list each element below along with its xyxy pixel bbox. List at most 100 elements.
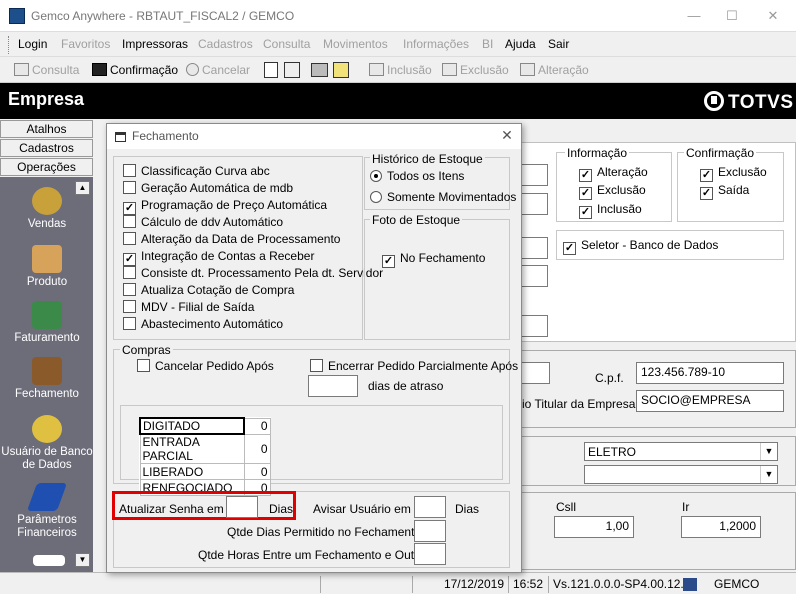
menu-movimentos[interactable]: Movimentos (323, 37, 388, 51)
chevron-down-icon: ▼ (760, 466, 777, 483)
csll-field[interactable]: 1,00 (554, 516, 634, 538)
dialog-close-button[interactable]: ✕ (499, 127, 515, 145)
minimize-button[interactable]: — (675, 0, 713, 32)
print-preview-icon[interactable] (333, 62, 349, 78)
checkbox (123, 181, 136, 194)
tab-operacoes[interactable]: Operações (0, 158, 93, 176)
table-row[interactable]: DIGITADO 0 (139, 417, 271, 435)
cancelar-button[interactable]: Cancelar (186, 63, 250, 77)
atualizar-senha-input[interactable] (226, 496, 258, 518)
alteracao-button[interactable]: Alteração (520, 63, 589, 77)
ir-field[interactable]: 1,2000 (681, 516, 761, 538)
consulta-button[interactable]: Consulta (14, 63, 79, 77)
fechamento-dialog: Fechamento ✕ Classificação Curva abc Gera… (106, 123, 522, 573)
app-icon (9, 8, 25, 24)
menu-sair[interactable]: Sair (548, 37, 569, 51)
option-label: Integração de Contas a Receber (141, 249, 315, 263)
option-checkbox[interactable]: Alteração da Data de Processamento (123, 232, 368, 249)
title-bar: Gemco Anywhere - RBTAUT_FISCAL2 / GEMCO … (0, 0, 796, 32)
nav-item-faturamento[interactable]: Faturamento (8, 301, 86, 345)
scroll-down-button[interactable]: ▼ (75, 553, 90, 567)
menu-ajuda[interactable]: Ajuda (505, 37, 536, 51)
totvs-logo-icon (704, 91, 724, 111)
radio-todos-label: Todos os Itens (387, 169, 465, 183)
seletor-banco-dados[interactable]: ✓ Seletor - Banco de Dados (563, 238, 718, 255)
avisar-usuario-input[interactable] (414, 496, 446, 518)
encerrar-pedido-checkbox[interactable]: Encerrar Pedido Parcialmente Após (310, 359, 518, 373)
menu-informacoes[interactable]: Informações (403, 37, 469, 51)
nav-item-vendas[interactable]: Vendas (8, 187, 86, 231)
status-value-cell: 0 (243, 433, 271, 464)
menu-favoritos[interactable]: Favoritos (61, 37, 110, 51)
table-row[interactable]: LIBERADO 0 (139, 463, 271, 480)
close-button[interactable]: ✕ (754, 0, 792, 32)
cancelar-pedido-checkbox[interactable]: Cancelar Pedido Após (137, 359, 274, 373)
option-checkbox[interactable]: Cálculo de ddv Automático (123, 215, 368, 232)
informacao-exclusao[interactable]: ✓ Exclusão (579, 183, 646, 200)
informacao-inclusao[interactable]: ✓ Inclusão (579, 202, 642, 219)
document-settings-icon[interactable] (284, 62, 300, 78)
faturamento-icon (32, 301, 62, 329)
checkbox (310, 359, 323, 372)
eletro-select-value: ELETRO (588, 445, 637, 459)
nav-item-produto[interactable]: Produto (8, 245, 86, 289)
table-row[interactable]: ENTRADA PARCIAL 0 (139, 433, 271, 464)
confirmacao-exclusao[interactable]: ✓ Exclusão (700, 165, 767, 182)
nav-item-fechamento[interactable]: Fechamento (8, 357, 86, 401)
maximize-button[interactable]: ☐ (713, 0, 751, 32)
eletro-select[interactable]: ELETRO ▼ (584, 442, 778, 461)
option-checkbox[interactable]: ✓ Integração de Contas a Receber (123, 249, 368, 266)
radio-somente-movimentados[interactable]: Somente Movimentados (370, 190, 516, 204)
inclusao-button[interactable]: Inclusão (369, 63, 432, 77)
confirmacao-button[interactable]: Confirmação (92, 63, 178, 77)
inclusao-icon (369, 63, 384, 76)
option-checkbox[interactable]: Classificação Curva abc (123, 164, 368, 181)
chevron-down-icon: ▼ (760, 443, 777, 460)
confirmacao-label: Confirmação (110, 63, 179, 77)
option-checkbox[interactable]: MDV - Filial de Saída (123, 300, 368, 317)
second-select[interactable]: ▼ (584, 465, 778, 484)
option-checkbox[interactable]: Abastecimento Automático (123, 317, 368, 334)
menu-cadastros[interactable]: Cadastros (198, 37, 253, 51)
checkbox: ✓ (123, 253, 136, 266)
nav-item-faturamento-label: Faturamento (14, 332, 80, 344)
parametros-icon (26, 483, 68, 511)
option-checkbox[interactable]: Atualiza Cotação de Compra (123, 283, 368, 300)
nav-item-usuario[interactable]: Usuário de Banco de Dados (0, 415, 94, 472)
option-checkbox[interactable]: Consiste dt. Processamento Pela dt. Serv… (123, 266, 383, 283)
avisar-usuario-label: Avisar Usuário em (313, 502, 411, 516)
radio-todos-itens[interactable]: Todos os Itens (370, 169, 464, 183)
historico-group: Histórico de Estoque Todos os Itens Some… (364, 152, 516, 210)
menu-bar: Login Favoritos Impressoras Cadastros Co… (0, 33, 796, 57)
exclusao-button[interactable]: Exclusão (442, 63, 509, 77)
checkbox: ✓ (700, 169, 713, 182)
titular-field[interactable]: SOCIO@EMPRESA (636, 390, 784, 412)
nav-item-parametros[interactable]: Parâmetros Financeiros (2, 483, 92, 540)
qtde-horas-input[interactable] (414, 543, 446, 565)
menu-impressoras[interactable]: Impressoras (122, 37, 188, 51)
cpf-field[interactable]: 123.456.789-10 (636, 362, 784, 384)
option-checkbox[interactable]: ✓ Programação de Preço Automática (123, 198, 368, 215)
encerrar-pedido-label: Encerrar Pedido Parcialmente Após (328, 359, 519, 373)
print-icon[interactable] (311, 63, 328, 77)
tab-cadastros[interactable]: Cadastros (0, 139, 93, 157)
no-fechamento-checkbox[interactable]: ✓ No Fechamento (382, 251, 485, 268)
page-header: Empresa TOTVS (0, 83, 796, 119)
tab-atalhos[interactable]: Atalhos (0, 120, 93, 138)
status-bar: 17/12/2019 16:52 Vs.121.0.0.0-SP4.00.12.… (0, 572, 796, 594)
qtde-dias-input[interactable] (414, 520, 446, 542)
dias-atraso-input[interactable] (308, 375, 358, 397)
option-label: Atualiza Cotação de Compra (141, 283, 295, 297)
menu-bi[interactable]: BI (482, 37, 493, 51)
new-document-icon[interactable] (264, 62, 278, 78)
option-checkbox[interactable]: Geração Automática de mdb (123, 181, 368, 198)
confirmacao-saida[interactable]: ✓ Saída (700, 183, 749, 200)
menu-consulta[interactable]: Consulta (263, 37, 310, 51)
checkbox (137, 359, 150, 372)
network-icon (683, 578, 697, 591)
status-value-cell: 0 (243, 463, 271, 480)
user-key-icon (32, 415, 62, 443)
option-label: Consiste dt. Processamento Pela dt. Serv… (141, 266, 384, 280)
informacao-alteracao[interactable]: ✓ Alteração (579, 165, 648, 182)
menu-login[interactable]: Login (18, 37, 47, 51)
